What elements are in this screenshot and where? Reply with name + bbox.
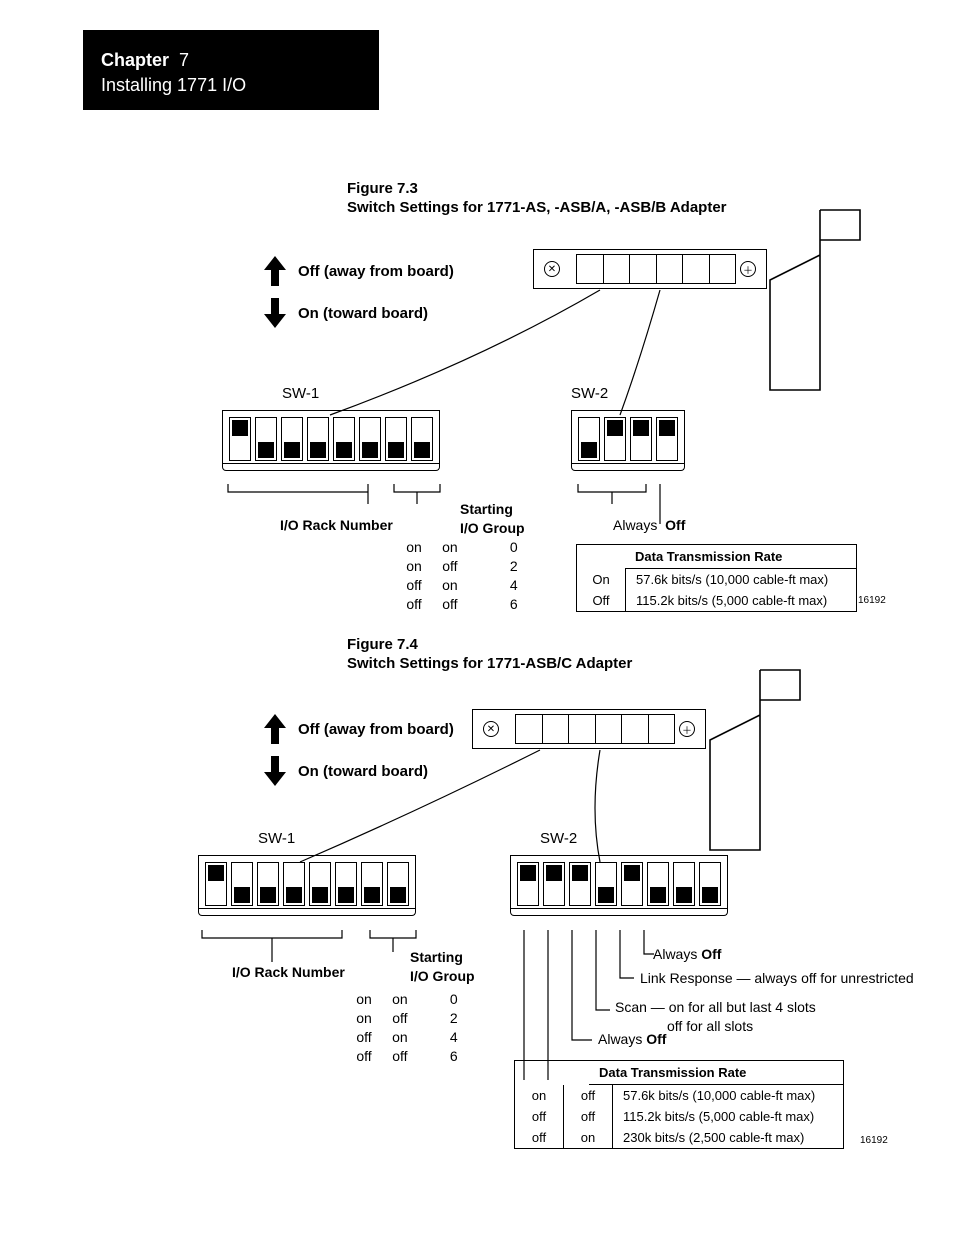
- arrow-down-icon: [264, 756, 286, 786]
- legend-off: Off (away from board): [298, 263, 454, 280]
- screw-plus-icon: ＋: [679, 721, 695, 737]
- direction-legend-74: Off (away from board) On (toward board): [264, 702, 454, 798]
- dtr-table-73: Data Transmission Rate On57.6k bits/s (1…: [576, 544, 857, 612]
- label-always: Always: [613, 517, 657, 533]
- arrow-down-icon: [264, 298, 286, 328]
- label-io-rack-74: I/O Rack Number: [232, 964, 345, 980]
- direction-legend-73: Off (away from board) On (toward board): [264, 244, 454, 340]
- arrow-up-icon: [264, 256, 286, 286]
- dip-sw2-73: SW-2: [571, 385, 685, 471]
- label-io-group: I/O Group: [460, 520, 525, 536]
- chapter-header: Chapter 7 Installing 1771 I/O: [83, 30, 379, 110]
- label-starting: Starting: [460, 501, 513, 517]
- chapter-number: 7: [179, 50, 189, 70]
- screw-plus-icon: ＋: [740, 261, 756, 277]
- ref-number-73: 16192: [858, 595, 886, 606]
- chapter-subtitle: Installing 1771 I/O: [101, 75, 361, 96]
- chassis-cutaway-73: [770, 200, 890, 400]
- callout-always-off-1: Always Off: [653, 945, 721, 964]
- arrow-up-icon: [264, 714, 286, 744]
- dtr-table-74: Data Transmission Rate onoff57.6k bits/s…: [514, 1060, 844, 1149]
- ref-number-74: 16192: [860, 1135, 888, 1146]
- figure-7-4-caption: Figure 7.4 Switch Settings for 1771-ASB/…: [347, 636, 632, 674]
- starting-group-table-73: ononoffoff onoffonoff 0246: [398, 538, 530, 614]
- dip-sw1-73: SW-1: [222, 385, 440, 471]
- dip-sw2-74: SW-2: [510, 830, 728, 916]
- screw-x-icon: ✕: [544, 261, 560, 277]
- chapter-label: Chapter: [101, 50, 169, 70]
- callout-always-off-2: Always Off: [598, 1030, 666, 1049]
- label-off: Off: [665, 517, 685, 533]
- chassis-cutaway-74: [710, 660, 830, 860]
- legend-on: On (toward board): [298, 305, 428, 322]
- figure-7-3-caption: Figure 7.3 Switch Settings for 1771-AS, …: [347, 180, 727, 218]
- label-io-rack: I/O Rack Number: [280, 517, 393, 533]
- adapter-board-74: ✕ ＋: [472, 709, 706, 749]
- callout-link-response: Link Response — always off for unrestric…: [640, 969, 914, 988]
- screw-x-icon: ✕: [483, 721, 499, 737]
- dip-sw1-74: SW-1: [198, 830, 416, 916]
- starting-group-table-74: ononoffoff onoffonoff 0246: [348, 990, 470, 1066]
- adapter-board-73: ✕ ＋: [533, 249, 767, 289]
